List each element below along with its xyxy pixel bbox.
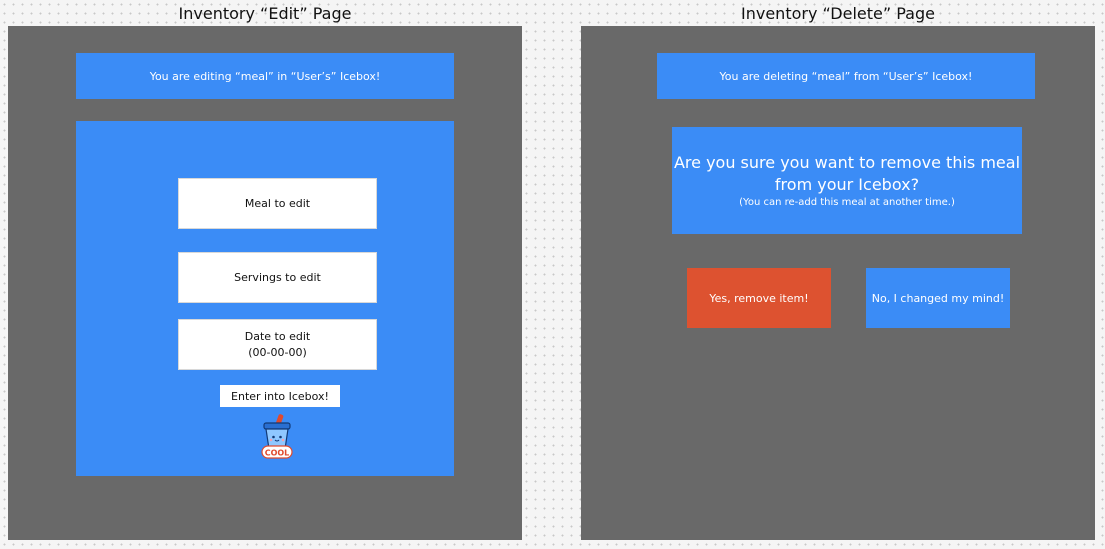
delete-page-frame: You are deleting “meal” from “User’s” Ic… bbox=[581, 26, 1095, 540]
meal-input[interactable]: Meal to edit bbox=[178, 178, 377, 229]
edit-page-title: Inventory “Edit” Page bbox=[178, 4, 352, 23]
edit-form-panel: Meal to edit Servings to edit Date to ed… bbox=[76, 121, 454, 476]
enter-into-icebox-button[interactable]: Enter into Icebox! bbox=[220, 385, 340, 407]
edit-banner: You are editing “meal” in “User’s” Icebo… bbox=[76, 53, 454, 99]
confirm-subtitle: (You can re-add this meal at another tim… bbox=[739, 197, 955, 208]
servings-input-label: Servings to edit bbox=[234, 270, 321, 284]
delete-page-title: Inventory “Delete” Page bbox=[741, 4, 935, 23]
date-input-label: Date to edit bbox=[244, 329, 311, 343]
confirm-title-line1: Are you sure you want to remove this mea… bbox=[673, 153, 1021, 172]
servings-input[interactable]: Servings to edit bbox=[178, 252, 377, 303]
mascot-label: COOL bbox=[265, 449, 290, 458]
delete-confirm-panel: Are you sure you want to remove this mea… bbox=[672, 127, 1022, 234]
date-input-format: (00-00-00) bbox=[248, 345, 307, 359]
delete-banner: You are deleting “meal” from “User’s” Ic… bbox=[657, 53, 1035, 99]
confirm-title-line2: from your Icebox? bbox=[774, 175, 920, 194]
meal-input-label: Meal to edit bbox=[244, 196, 311, 210]
yes-remove-button[interactable]: Yes, remove item! bbox=[687, 268, 831, 328]
cool-cup-mascot-icon: COOL bbox=[261, 414, 293, 459]
date-input[interactable]: Date to edit (00-00-00) bbox=[178, 319, 377, 370]
edit-page-frame: You are editing “meal” in “User’s” Icebo… bbox=[8, 26, 522, 540]
no-changed-mind-button[interactable]: No, I changed my mind! bbox=[866, 268, 1010, 328]
